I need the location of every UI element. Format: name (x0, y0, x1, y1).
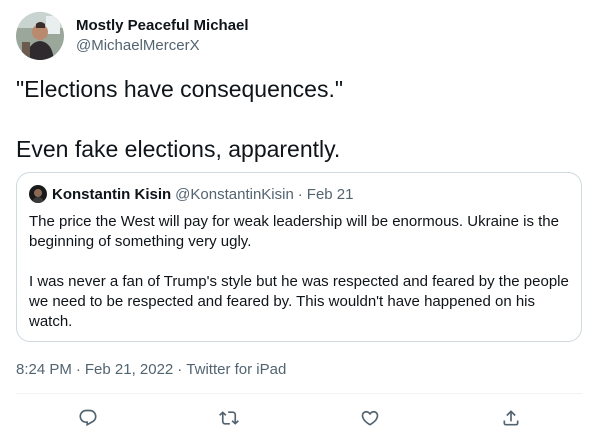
retweet-button[interactable] (211, 400, 247, 436)
action-bar (16, 400, 582, 436)
tweet-text-line (16, 104, 582, 134)
reply-button[interactable] (70, 400, 106, 436)
tweet-text-line: "Elections have consequences." (16, 76, 344, 102)
tweet-text-line: Even fake elections, apparently. (16, 136, 341, 162)
quoted-text-line (29, 252, 569, 272)
reply-icon (79, 409, 97, 427)
author-handle[interactable]: @MichaelMercerX (76, 36, 249, 56)
author-avatar[interactable] (16, 12, 64, 60)
tweet-date[interactable]: Feb 21, 2022 (85, 361, 173, 378)
quoted-author-name[interactable]: Konstantin Kisin (52, 186, 171, 203)
quoted-text-line: watch. (29, 313, 73, 330)
separator-dot: · (297, 185, 303, 203)
quoted-text-line: The price the West will pay for weak lea… (29, 213, 559, 230)
quoted-author-handle[interactable]: @KonstantinKisin (175, 186, 294, 203)
quoted-tweet[interactable]: Konstantin Kisin @KonstantinKisin · Feb … (16, 172, 582, 342)
quoted-text-line: we need to be respected and feared by. T… (29, 293, 536, 310)
quoted-tweet-date[interactable]: Feb 21 (307, 186, 354, 203)
separator-dot: · (177, 361, 183, 378)
separator-dot: · (75, 361, 81, 378)
quoted-text-line: beginning of something very ugly. (29, 233, 252, 250)
quoted-text-line: I was never a fan of Trump's style but h… (29, 273, 569, 290)
divider (16, 393, 582, 394)
tweet-source[interactable]: Twitter for iPad (186, 361, 286, 378)
quoted-tweet-header: Konstantin Kisin @KonstantinKisin · Feb … (29, 184, 569, 204)
quoted-author-avatar (29, 185, 47, 203)
tweet-metadata: 8:24 PM · Feb 21, 2022 · Twitter for iPad (16, 360, 286, 380)
like-button[interactable] (352, 400, 388, 436)
tweet-text: "Elections have consequences." Even fake… (16, 74, 582, 164)
tweet-time[interactable]: 8:24 PM (16, 361, 72, 378)
share-button[interactable] (493, 400, 529, 436)
quoted-tweet-body: The price the West will pay for weak lea… (29, 212, 569, 332)
like-icon (361, 410, 379, 426)
author-name[interactable]: Mostly Peaceful Michael (76, 16, 249, 36)
tweet-header: Mostly Peaceful Michael @MichaelMercerX (16, 12, 249, 60)
share-icon (503, 410, 519, 426)
retweet-icon (219, 411, 239, 425)
